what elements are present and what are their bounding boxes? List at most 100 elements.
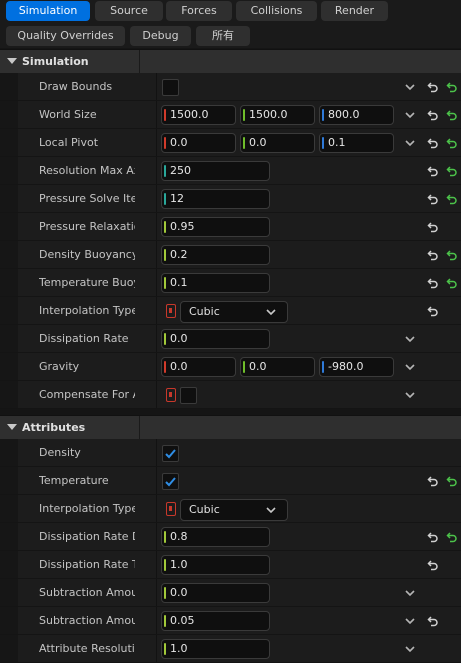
chevron-down-icon <box>266 507 276 514</box>
tab-forces[interactable]: Forces <box>166 1 232 21</box>
property-label: Interpolation Type <box>39 304 135 317</box>
reset-to-default-icon[interactable] <box>427 475 439 487</box>
property-label: Dissipation Rate De <box>39 530 135 543</box>
property-label: Draw Bounds <box>39 80 113 93</box>
dissipation-rate-temperature-input[interactable]: 1.0 <box>161 555 270 575</box>
parameter-pin-icon[interactable] <box>166 304 176 318</box>
world-size-x-input[interactable]: 1500.0 <box>161 105 236 125</box>
reset-to-default-icon[interactable] <box>427 249 439 261</box>
reset-to-default-icon[interactable] <box>427 221 439 233</box>
local-pivot-z-input[interactable]: 0.1 <box>319 133 394 153</box>
property-row-draw-bounds: Draw Bounds <box>0 73 461 101</box>
section-header-attributes[interactable]: Attributes <box>0 415 461 439</box>
world-size-z-input[interactable]: 800.0 <box>319 105 394 125</box>
chevron-down-icon <box>266 309 276 316</box>
density-buoyancy-input[interactable]: 0.2 <box>161 245 270 265</box>
reset-to-default-icon[interactable] <box>427 109 439 121</box>
density-checkbox[interactable] <box>162 445 179 462</box>
temperature-buoyancy-input[interactable]: 0.1 <box>161 273 270 293</box>
property-label: World Size <box>39 108 97 121</box>
reset-to-default-icon[interactable] <box>427 305 439 317</box>
section-header-simulation[interactable]: Simulation <box>0 49 461 73</box>
chevron-down-icon[interactable] <box>404 361 416 373</box>
property-label: Compensate For Ac <box>39 388 135 401</box>
tab-simulation[interactable]: Simulation <box>6 1 90 21</box>
collapse-arrow-icon[interactable] <box>7 424 17 430</box>
pressure-relaxation-input[interactable]: 0.95 <box>161 217 270 237</box>
reset-to-default-icon[interactable] <box>427 277 439 289</box>
draw-bounds-checkbox[interactable] <box>162 79 179 96</box>
reset-to-default-icon[interactable] <box>427 531 439 543</box>
reset-to-preset-icon[interactable] <box>446 137 458 149</box>
tab-debug[interactable]: Debug <box>130 26 191 46</box>
gravity-x-input[interactable]: 0.0 <box>161 357 236 377</box>
tab-render[interactable]: Render <box>321 1 388 21</box>
chevron-down-icon[interactable] <box>404 137 416 149</box>
reset-to-default-icon[interactable] <box>427 165 439 177</box>
chevron-down-icon[interactable] <box>404 587 416 599</box>
chevron-down-icon[interactable] <box>404 109 416 121</box>
interpolation-type-dropdown[interactable]: Cubic <box>180 301 288 323</box>
attribute-resolution-input[interactable]: 1.0 <box>161 639 270 659</box>
dissipation-rate-density-input[interactable]: 0.8 <box>161 527 270 547</box>
tab-collisions[interactable]: Collisions <box>236 1 317 21</box>
reset-to-preset-icon[interactable] <box>446 193 458 205</box>
pressure-solve-iterations-input[interactable]: 12 <box>161 189 270 209</box>
chevron-down-icon[interactable] <box>404 81 416 93</box>
world-size-y-input[interactable]: 1500.0 <box>240 105 315 125</box>
property-row-temperature: Temperature <box>0 467 461 495</box>
reset-to-preset-icon[interactable] <box>446 109 458 121</box>
chevron-down-icon[interactable] <box>404 389 416 401</box>
property-row-dissipation-rate-temperature: Dissipation Rate Te 1.0 <box>0 551 461 579</box>
property-row-attribute-resolution: Attribute Resolutio 1.0 <box>0 635 461 663</box>
subtraction-amount-1-input[interactable]: 0.0 <box>161 583 270 603</box>
tab-quality-overrides[interactable]: Quality Overrides <box>6 26 125 46</box>
gravity-y-input[interactable]: 0.0 <box>240 357 315 377</box>
temperature-checkbox[interactable] <box>162 473 179 490</box>
attr-interpolation-type-dropdown[interactable]: Cubic <box>180 499 288 521</box>
property-label: Subtraction Amour <box>39 586 135 599</box>
reset-to-preset-icon[interactable] <box>446 81 458 93</box>
parameter-pin-icon[interactable] <box>166 388 176 402</box>
property-row-resolution-max-axis: Resolution Max Ax 250 <box>0 157 461 185</box>
property-row-world-size: World Size 1500.0 1500.0 800.0 <box>0 101 461 129</box>
reset-to-default-icon[interactable] <box>427 615 439 627</box>
reset-to-preset-icon[interactable] <box>446 249 458 261</box>
property-label: Pressure Relaxatio <box>39 220 135 233</box>
reset-to-preset-icon[interactable] <box>446 277 458 289</box>
reset-to-default-icon[interactable] <box>427 137 439 149</box>
property-row-compensate-for-ac: Compensate For Ac <box>0 381 461 409</box>
tab-all[interactable]: 所有 <box>196 26 250 46</box>
property-label: Subtraction Amour <box>39 614 135 627</box>
reset-to-default-icon[interactable] <box>427 193 439 205</box>
tab-source[interactable]: Source <box>95 1 163 21</box>
subtraction-amount-2-input[interactable]: 0.05 <box>161 611 270 631</box>
collapse-arrow-icon[interactable] <box>7 58 17 64</box>
property-row-interpolation-type: Interpolation Type Cubic <box>0 297 461 325</box>
property-label: Resolution Max Ax <box>39 164 135 177</box>
local-pivot-y-input[interactable]: 0.0 <box>240 133 315 153</box>
property-label: Gravity <box>39 360 80 373</box>
property-label: Pressure Solve Iter <box>39 192 135 205</box>
property-label: Density Buoyancy <box>39 248 135 261</box>
reset-to-preset-icon[interactable] <box>446 531 458 543</box>
parameter-pin-icon[interactable] <box>166 502 176 516</box>
gravity-z-input[interactable]: -980.0 <box>319 357 394 377</box>
property-label: Temperature Buoya <box>39 276 135 289</box>
reset-to-preset-icon[interactable] <box>446 475 458 487</box>
resolution-max-axis-input[interactable]: 250 <box>161 161 270 181</box>
property-label: Density <box>39 446 81 459</box>
dissipation-rate-input[interactable]: 0.0 <box>161 329 270 349</box>
chevron-down-icon[interactable] <box>404 643 416 655</box>
checkmark-icon <box>165 477 176 487</box>
property-row-subtraction-amount-2: Subtraction Amour 0.05 <box>0 607 461 635</box>
reset-to-default-icon[interactable] <box>427 81 439 93</box>
property-row-local-pivot: Local Pivot 0.0 0.0 0.1 <box>0 129 461 157</box>
chevron-down-icon[interactable] <box>404 333 416 345</box>
chevron-down-icon[interactable] <box>404 615 416 627</box>
reset-to-preset-icon[interactable] <box>446 165 458 177</box>
local-pivot-x-input[interactable]: 0.0 <box>161 133 236 153</box>
property-label: Attribute Resolutio <box>39 642 135 655</box>
compensate-for-ac-checkbox[interactable] <box>180 387 197 404</box>
reset-to-default-icon[interactable] <box>427 559 439 571</box>
